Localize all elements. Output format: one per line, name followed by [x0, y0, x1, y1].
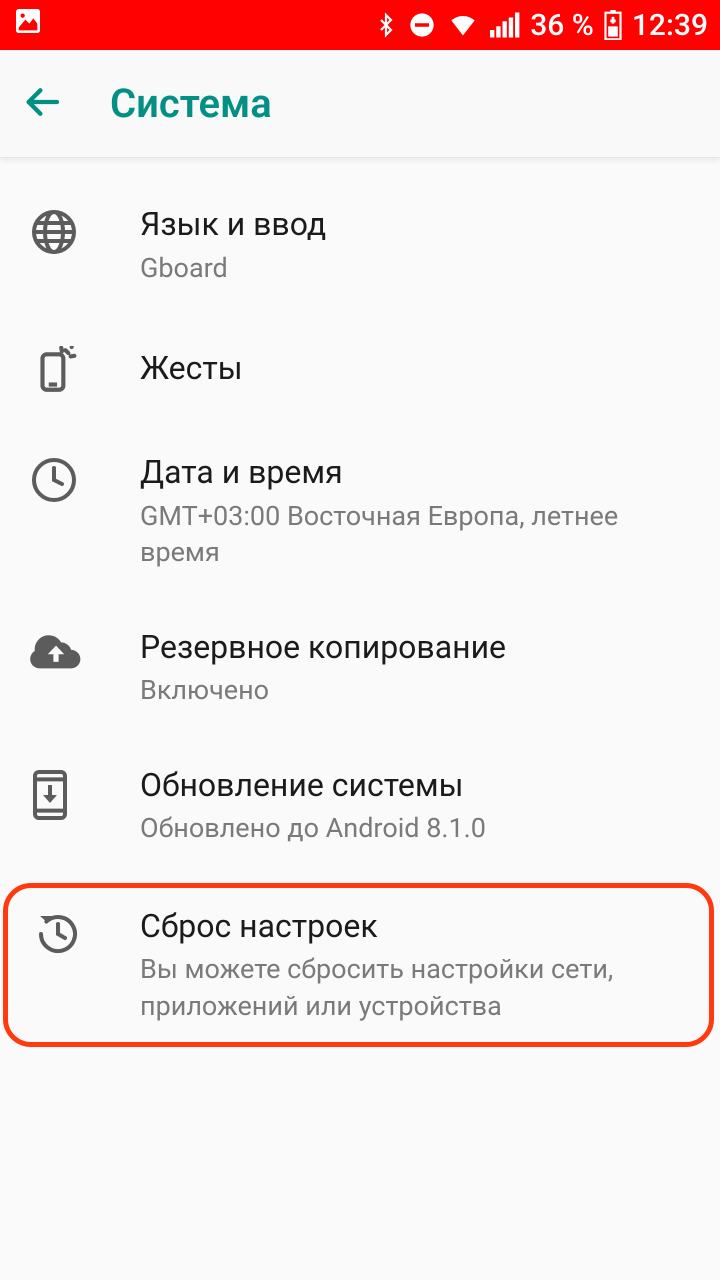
setting-item-datetime[interactable]: Дата и время GMT+03:00 Восточная Европа,… — [0, 424, 720, 598]
setting-sub: Gboard — [140, 250, 690, 286]
app-bar: Система — [0, 50, 720, 158]
setting-title: Резервное копирование — [140, 627, 690, 669]
setting-text: Дата и время GMT+03:00 Восточная Европа,… — [140, 452, 690, 570]
clock-label: 12:39 — [632, 8, 708, 43]
signal-icon — [490, 12, 520, 38]
setting-text: Резервное копирование Включено — [140, 627, 690, 709]
status-right: 36 % 12:39 — [374, 8, 708, 43]
page-title: Система — [110, 80, 272, 127]
settings-list: Язык и ввод Gboard Жесты Дата и время GM… — [0, 158, 720, 1047]
do-not-disturb-icon — [408, 11, 436, 39]
cloud-upload-icon — [30, 627, 140, 671]
setting-item-reset[interactable]: Сброс настроек Вы можете сбросить настро… — [8, 888, 709, 1042]
setting-text: Язык и ввод Gboard — [140, 204, 690, 286]
setting-item-backup[interactable]: Резервное копирование Включено — [0, 599, 720, 737]
globe-icon — [30, 204, 140, 256]
setting-sub: GMT+03:00 Восточная Европа, летнее время — [140, 498, 690, 571]
image-notification-icon — [12, 5, 44, 45]
setting-sub: Обновлено до Android 8.1.0 — [140, 810, 690, 846]
reset-icon — [34, 906, 140, 958]
setting-title: Сброс настроек — [140, 906, 683, 948]
setting-title: Язык и ввод — [140, 204, 690, 246]
setting-item-language[interactable]: Язык и ввод Gboard — [0, 176, 720, 314]
setting-item-system-update[interactable]: Обновление системы Обновлено до Android … — [0, 737, 720, 875]
setting-sub: Вы можете сбросить настройки сети, прило… — [140, 951, 683, 1024]
clock-icon — [30, 452, 140, 504]
status-left — [12, 5, 44, 45]
setting-title: Дата и время — [140, 452, 690, 494]
setting-text: Обновление системы Обновлено до Android … — [140, 765, 690, 847]
setting-title: Жесты — [140, 348, 690, 390]
wifi-icon — [446, 11, 480, 39]
back-button[interactable] — [22, 82, 62, 126]
highlight-annotation: Сброс настроек Вы можете сбросить настро… — [3, 883, 714, 1047]
setting-sub: Включено — [140, 672, 690, 708]
gestures-icon — [30, 342, 140, 396]
setting-item-gestures[interactable]: Жесты — [0, 314, 720, 424]
battery-icon — [604, 10, 622, 40]
setting-text: Сброс настроек Вы можете сбросить настро… — [140, 906, 683, 1024]
setting-text: Жесты — [140, 348, 690, 390]
system-update-icon — [30, 765, 140, 821]
setting-title: Обновление системы — [140, 765, 690, 807]
status-bar: 36 % 12:39 — [0, 0, 720, 50]
bluetooth-icon — [374, 10, 398, 40]
battery-pct-label: 36 % — [530, 8, 594, 43]
